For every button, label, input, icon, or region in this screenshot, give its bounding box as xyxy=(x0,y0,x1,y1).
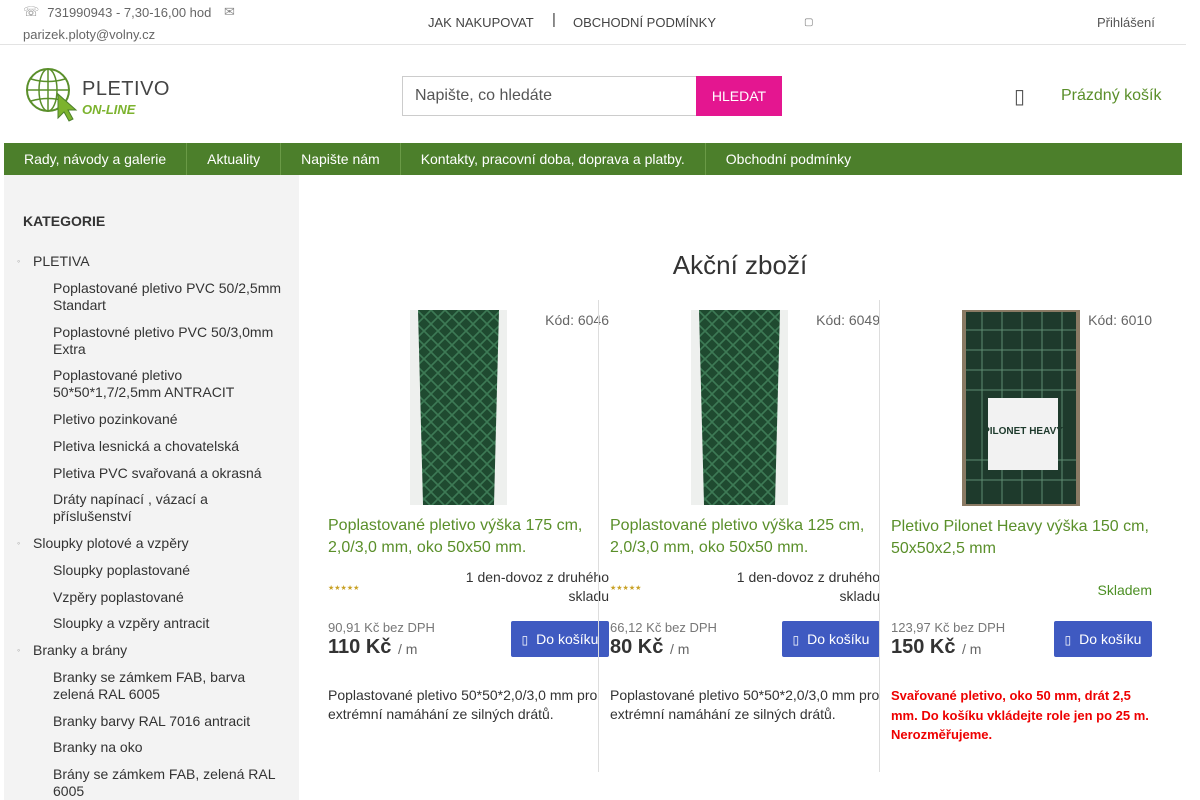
bullet-icon: ◦ xyxy=(17,645,21,655)
logo-text: PLETIVO xyxy=(82,78,170,100)
product-card: Kód: 6049 Poplastované pletivo výška 125… xyxy=(598,300,880,772)
add-to-cart-button[interactable]: ▯ Do košíku xyxy=(782,621,880,657)
rating-stars: ★★★★★ xyxy=(328,585,360,592)
subcategory-item[interactable]: Branky na oko xyxy=(53,739,288,756)
phone-text: 731990943 - 7,30-16,00 hod xyxy=(47,5,212,20)
cart-link[interactable]: Prázdný košík xyxy=(1061,87,1161,105)
add-to-cart-label: Do košíku xyxy=(1079,631,1142,647)
subcategory-item[interactable]: Sloupky a vzpěry antracit xyxy=(53,615,288,632)
category-label: Branky a brány xyxy=(33,642,128,658)
subcategory-item[interactable]: Poplastované pletivo PVC 50/2,5mm Standa… xyxy=(53,280,288,314)
price-unit: / m xyxy=(398,641,418,657)
nav-item-napiste-nam[interactable]: Napište nám xyxy=(281,143,401,175)
more-icon[interactable]: ▢ xyxy=(804,17,813,28)
availability-text: 1 den-dovoz z druhého skladu xyxy=(736,569,880,604)
category-item[interactable]: ◦ Sloupky plotové a vzpěry xyxy=(17,535,189,552)
category-item[interactable]: ◦ PLETIVA xyxy=(17,253,90,270)
price: 150 Kč xyxy=(891,636,956,658)
category-item[interactable]: ◦ Branky a brány xyxy=(17,642,128,659)
product-description: Svařované pletivo, oko 50 mm, drát 2,5 m… xyxy=(891,688,1149,742)
envelope-icon[interactable]: ✉ xyxy=(224,5,235,20)
product-image[interactable] xyxy=(410,310,507,505)
search-input[interactable] xyxy=(402,76,696,116)
subcategory-item[interactable]: Poplastovné pletivo PVC 50/3,0mm Extra xyxy=(53,324,288,358)
category-label: Sloupky plotové a vzpěry xyxy=(33,535,189,551)
category-label: PLETIVA xyxy=(33,253,90,269)
top-bar: ☏ 731990943 - 7,30-16,00 hod ✉ parizek.p… xyxy=(0,0,1186,45)
subcategory-item[interactable]: Sloupky poplastované xyxy=(53,562,288,579)
phone-icon: ☏ xyxy=(23,5,40,20)
subcategory-item[interactable]: Dráty napínací , vázací a příslušenství xyxy=(53,491,253,525)
product-name-link[interactable]: Pletivo Pilonet Heavy výška 150 cm, 50x5… xyxy=(891,516,1161,560)
product-card: PILONET HEAVY Kód: 6010 Pletivo Pilonet … xyxy=(879,300,1160,772)
product-name-link[interactable]: Poplastované pletivo výška 175 cm, 2,0/3… xyxy=(328,515,598,559)
price: 110 Kč xyxy=(328,636,392,658)
subcategory-item[interactable]: Branky barvy RAL 7016 antracit xyxy=(53,713,288,730)
add-to-cart-label: Do košíku xyxy=(536,631,599,647)
subcategory-item[interactable]: Pletiva lesnická a chovatelská xyxy=(53,438,288,455)
add-to-cart-label: Do košíku xyxy=(807,631,870,647)
price-without-vat: 66,12 Kč bez DPH xyxy=(610,620,717,635)
cart-icon: ▯ xyxy=(1064,633,1072,647)
nav-item-kontakty[interactable]: Kontakty, pracovní doba, doprava a platb… xyxy=(401,143,706,175)
cart-icon[interactable]: ▯ xyxy=(1014,84,1025,108)
product-description: Poplastované pletivo 50*50*2,0/3,0 mm pr… xyxy=(610,687,880,722)
cart-icon: ▯ xyxy=(792,633,800,647)
page-title: Akční zboží xyxy=(672,250,808,280)
product-image[interactable] xyxy=(691,310,788,505)
add-to-cart-button[interactable]: ▯ Do košíku xyxy=(511,621,609,657)
site-logo[interactable]: PLETIVO ON-LINE xyxy=(24,64,169,124)
price-unit: / m xyxy=(962,641,982,657)
cart-icon: ▯ xyxy=(521,633,529,647)
link-obchodni-podminky[interactable]: OBCHODNÍ PODMÍNKY xyxy=(573,15,716,30)
availability-text: Skladem xyxy=(1097,582,1152,598)
login-link[interactable]: Přihlášení xyxy=(1097,15,1155,30)
price-without-vat: 123,97 Kč bez DPH xyxy=(891,620,1006,635)
nav-item-rady[interactable]: Rady, návody a galerie xyxy=(4,143,188,175)
bullet-icon: ◦ xyxy=(17,538,21,548)
sidebar-heading: KATEGORIE xyxy=(23,213,106,229)
subcategory-item[interactable]: Brány se zámkem FAB, zelená RAL 6005 xyxy=(53,766,283,800)
search-button[interactable]: HLEDAT xyxy=(696,76,782,116)
product-code: Kód: 6010 xyxy=(1088,312,1152,328)
bullet-icon: ◦ xyxy=(17,256,21,266)
rating-stars: ★★★★★ xyxy=(610,585,642,592)
globe-logo-icon xyxy=(26,68,78,122)
top-link-separator: | xyxy=(552,11,556,28)
email-link[interactable]: parizek.ploty@volny.cz xyxy=(23,27,155,42)
availability-text: 1 den-dovoz z druhého skladu xyxy=(465,569,609,604)
category-sidebar: KATEGORIE ◦ PLETIVA Poplastované pletivo … xyxy=(4,175,299,800)
nav-item-aktuality[interactable]: Aktuality xyxy=(187,143,282,175)
product-code: Kód: 6049 xyxy=(816,312,880,328)
contact-phone: ☏ 731990943 - 7,30-16,00 hod xyxy=(23,5,211,20)
search-bar: HLEDAT xyxy=(402,76,782,116)
main-navigation: Rady, návody a galerie Aktuality Napište… xyxy=(4,143,1182,175)
add-to-cart-button[interactable]: ▯ Do košíku xyxy=(1054,621,1152,657)
logo-subtext: ON-LINE xyxy=(82,102,136,117)
nav-item-obchodni-podminky[interactable]: Obchodní podmínky xyxy=(706,143,871,175)
price-unit: / m xyxy=(670,641,690,657)
product-name-link[interactable]: Poplastované pletivo výška 125 cm, 2,0/3… xyxy=(610,515,880,559)
subcategory-item[interactable]: Branky se zámkem FAB, barva zelená RAL 6… xyxy=(53,669,263,703)
subcategory-item[interactable]: Pletiva PVC svařovaná a okrasná xyxy=(53,465,288,482)
subcategory-item[interactable]: Poplastované pletivo 50*50*1,7/2,5mm ANT… xyxy=(53,367,288,401)
product-label-text: PILONET HEAVY xyxy=(983,426,1063,437)
link-jak-nakupovat[interactable]: JAK NAKUPOVAT xyxy=(428,15,534,30)
subcategory-item[interactable]: Pletivo pozinkované xyxy=(53,411,288,428)
product-card: Kód: 6046 Poplastované pletivo výška 175… xyxy=(328,300,609,772)
price: 80 Kč xyxy=(610,636,664,658)
subcategory-item[interactable]: Vzpěry poplastované xyxy=(53,589,288,606)
product-description: Poplastované pletivo 50*50*2,0/3,0 mm pr… xyxy=(328,687,598,722)
product-image[interactable]: PILONET HEAVY xyxy=(962,310,1080,506)
price-without-vat: 90,91 Kč bez DPH xyxy=(328,620,435,635)
